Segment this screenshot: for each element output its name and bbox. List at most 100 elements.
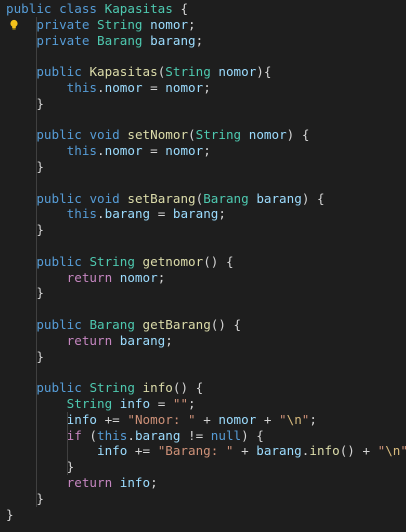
indent-guide [36, 127, 38, 144]
code-token: \n [385, 443, 401, 459]
code-token: void [89, 127, 120, 143]
code-token: ; [203, 79, 211, 95]
lightbulb-icon[interactable] [8, 19, 20, 31]
indent-guide [36, 316, 38, 333]
indent-guide [36, 174, 38, 191]
indent-guide [36, 64, 38, 80]
code-line[interactable] [0, 301, 406, 317]
code-line[interactable]: } [0, 158, 406, 175]
code-token: this [66, 143, 98, 159]
code-token: info [66, 411, 98, 427]
code-line[interactable]: public Barang getBarang() { [0, 316, 406, 333]
code-line[interactable]: public String info() { [0, 380, 406, 396]
code-line[interactable]: return info; [0, 474, 406, 491]
code-token: } [6, 158, 44, 174]
code-token: ) { [286, 127, 310, 143]
code-line[interactable]: info += "Nomor: " + nomor + "\n"; [0, 411, 406, 428]
code-token: barang [150, 32, 196, 48]
code-line[interactable]: return barang; [0, 332, 406, 349]
indent-guide [66, 459, 68, 475]
code-line[interactable]: this.nomor = nomor; [0, 79, 406, 96]
code-line[interactable]: } [0, 348, 406, 365]
code-line[interactable] [0, 111, 406, 128]
code-line[interactable]: } [0, 222, 406, 238]
code-token: info [309, 443, 340, 459]
code-token: ; [188, 16, 196, 32]
code-token: . [97, 79, 105, 95]
code-token: nomor [248, 127, 287, 143]
code-line[interactable] [0, 364, 406, 381]
code-line[interactable]: public Kapasitas(String nomor){ [0, 64, 406, 80]
code-token: if [66, 427, 82, 443]
code-token: . [127, 427, 135, 443]
code-token: () { [172, 380, 204, 396]
indent-guide [36, 95, 38, 112]
code-line[interactable]: public String getnomor() { [0, 253, 406, 270]
code-line[interactable] [0, 174, 406, 191]
code-token: return [66, 269, 113, 285]
code-line[interactable]: } [0, 95, 406, 112]
code-line[interactable]: this.nomor = nomor; [0, 143, 406, 159]
code-line[interactable]: String info = ""; [0, 395, 406, 412]
code-token: = [142, 143, 166, 159]
code-token: info [142, 380, 173, 396]
code-token: ; [188, 395, 196, 411]
code-token: private [36, 32, 90, 48]
code-token: } [6, 95, 44, 111]
code-token: () { [210, 316, 242, 332]
code-token: nomor [165, 143, 204, 159]
code-line[interactable]: } [0, 507, 406, 523]
code-line[interactable]: } [0, 490, 406, 507]
indent-guide [36, 48, 38, 65]
code-token: = [142, 79, 166, 95]
code-editor[interactable]: public class Kapasitas { private String … [0, 0, 406, 532]
code-line[interactable]: public class Kapasitas { [0, 1, 406, 17]
code-line[interactable]: private String nomor; [0, 16, 406, 33]
code-line[interactable]: } [0, 285, 406, 302]
code-token: + [195, 411, 219, 427]
code-line[interactable]: return nomor; [0, 269, 406, 286]
code-line[interactable]: public void setBarang(Barang barang) { [0, 190, 406, 207]
code-token: nomor [150, 16, 189, 32]
code-token: ( [188, 127, 196, 143]
code-token: ( [81, 427, 98, 443]
code-line[interactable]: public void setNomor(String nomor) { [0, 127, 406, 144]
indent-guide [66, 427, 68, 444]
code-token: Kapasitas [89, 64, 158, 80]
code-token: info [97, 443, 128, 459]
code-token: String [89, 253, 135, 269]
code-line[interactable] [0, 237, 406, 254]
code-token: String [89, 380, 135, 396]
code-token: { [172, 1, 189, 16]
indent-guide [36, 490, 38, 507]
code-token: this [97, 427, 128, 443]
indent-guide [36, 269, 38, 286]
code-token: " [279, 411, 287, 427]
code-token: "Barang: " [157, 443, 234, 459]
code-line[interactable]: this.barang = barang; [0, 206, 406, 223]
code-line[interactable] [0, 48, 406, 65]
code-token: } [6, 490, 44, 506]
code-line[interactable]: info += "Barang: " + barang.info() + "\n… [0, 443, 406, 460]
code-token: info [119, 395, 151, 411]
code-token: barang [119, 332, 166, 348]
code-line[interactable]: private Barang barang; [0, 32, 406, 49]
code-line[interactable]: } [0, 459, 406, 475]
code-token: void [89, 190, 120, 206]
indent-guide [36, 332, 38, 349]
code-token: String [66, 395, 113, 411]
indent-guide [36, 364, 38, 381]
code-token: return [66, 332, 113, 348]
code-token: barang [134, 427, 181, 443]
code-token: += [127, 443, 158, 459]
indent-guide [36, 395, 38, 412]
code-line[interactable]: if (this.barang != null) { [0, 427, 406, 444]
